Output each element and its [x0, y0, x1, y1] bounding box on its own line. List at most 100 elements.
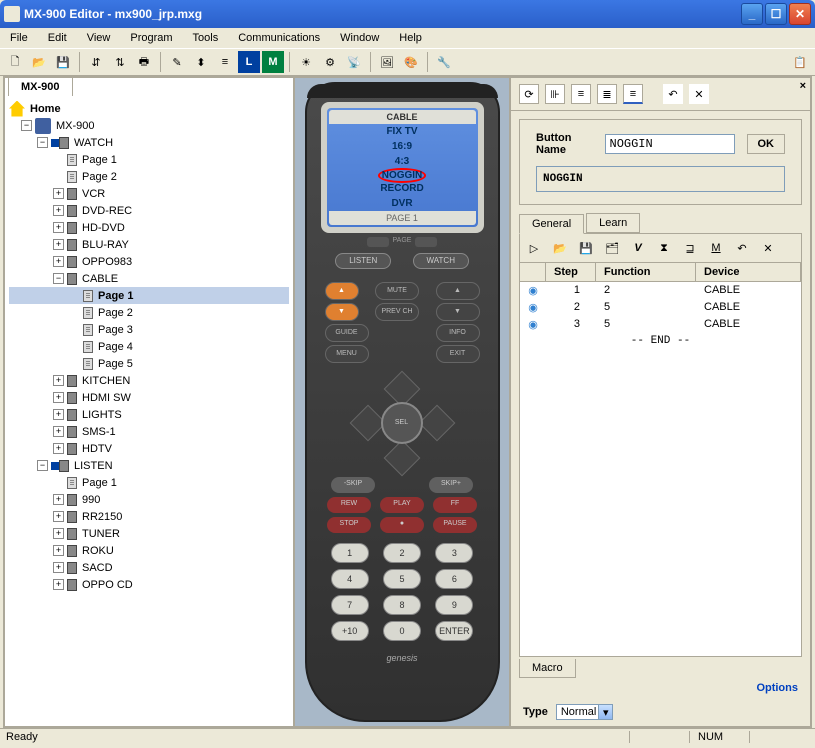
screen-row[interactable]: 16:9: [329, 139, 476, 154]
ch-down-button[interactable]: ▼: [436, 303, 480, 321]
num-plus10[interactable]: +10: [331, 621, 369, 641]
button-name-input[interactable]: [605, 134, 735, 154]
expand-icon[interactable]: +: [53, 256, 64, 267]
antenna-icon[interactable]: 📡: [343, 51, 365, 73]
ff-button[interactable]: FF: [433, 497, 477, 513]
expand-icon[interactable]: +: [53, 545, 64, 556]
db-icon[interactable]: 🗂: [602, 238, 622, 258]
timer-icon[interactable]: ⧗: [654, 238, 674, 258]
tree-dev[interactable]: +HDTV: [9, 440, 289, 457]
screen-row[interactable]: RECORD: [329, 181, 476, 196]
col-device[interactable]: Device: [696, 263, 801, 281]
num-1[interactable]: 1: [331, 543, 369, 563]
info-button[interactable]: INFO: [436, 324, 480, 342]
v-icon[interactable]: V: [628, 238, 648, 258]
num-4[interactable]: 4: [331, 569, 369, 589]
open-icon[interactable]: 📂: [28, 51, 50, 73]
col-step[interactable]: Step: [546, 263, 596, 281]
tab-general[interactable]: General: [519, 214, 584, 234]
ok-button[interactable]: OK: [747, 134, 786, 154]
expand-icon[interactable]: +: [53, 205, 64, 216]
collapse-icon[interactable]: −: [37, 460, 48, 471]
maximize-button[interactable]: ☐: [765, 3, 787, 25]
expand-icon[interactable]: +: [53, 409, 64, 420]
signal-icon[interactable]: ⟳: [519, 84, 539, 104]
skip-back-button[interactable]: -SKIP: [331, 477, 375, 493]
between-icon[interactable]: ⊪: [545, 84, 565, 104]
tree-page[interactable]: Page 1: [9, 151, 289, 168]
new-icon[interactable]: 🗋: [4, 51, 26, 73]
expand-icon[interactable]: +: [53, 222, 64, 233]
tree-dev[interactable]: +DVD-REC: [9, 202, 289, 219]
print-icon[interactable]: 🖶: [133, 51, 155, 73]
menu-view[interactable]: View: [81, 30, 117, 46]
guide-button[interactable]: GUIDE: [325, 324, 369, 342]
tree-page[interactable]: Page 2: [9, 304, 289, 321]
tree-dev[interactable]: +BLU-RAY: [9, 236, 289, 253]
num-3[interactable]: 3: [435, 543, 473, 563]
undo-icon[interactable]: ↶: [663, 84, 683, 104]
l-icon[interactable]: L: [238, 51, 260, 73]
tree-page[interactable]: Page 3: [9, 321, 289, 338]
save-icon[interactable]: 💾: [52, 51, 74, 73]
tree-dev[interactable]: +SACD: [9, 559, 289, 576]
screen-row[interactable]: DVR: [329, 196, 476, 211]
save-macro-icon[interactable]: 💾: [576, 238, 596, 258]
menu-button[interactable]: MENU: [325, 345, 369, 363]
expand-icon[interactable]: +: [53, 494, 64, 505]
watch-button[interactable]: WATCH: [413, 253, 469, 269]
tree-page[interactable]: Page 5: [9, 355, 289, 372]
macro-icon[interactable]: ≡: [214, 51, 236, 73]
image1-icon[interactable]: 🖼: [376, 51, 398, 73]
page-prev-button[interactable]: [367, 237, 389, 247]
close-button[interactable]: ✕: [789, 3, 811, 25]
tree-watch[interactable]: −WATCH: [9, 134, 289, 151]
num-9[interactable]: 9: [435, 595, 473, 615]
macro-step-row[interactable]: ◉35CABLE: [520, 316, 801, 333]
enter-button[interactable]: ENTER: [435, 621, 473, 641]
expand-icon[interactable]: +: [53, 392, 64, 403]
align-center-icon[interactable]: ≣: [597, 84, 617, 104]
listen-button[interactable]: LISTEN: [335, 253, 391, 269]
expand-icon[interactable]: +: [53, 188, 64, 199]
num-8[interactable]: 8: [383, 595, 421, 615]
tree-dev[interactable]: +OPPO983: [9, 253, 289, 270]
step-icon[interactable]: ⊒: [680, 238, 700, 258]
collapse-icon[interactable]: −: [37, 137, 48, 148]
download-icon[interactable]: ⇅: [109, 51, 131, 73]
vol-up-button[interactable]: ▲: [325, 282, 359, 300]
collapse-icon[interactable]: −: [53, 273, 64, 284]
dpad-down[interactable]: [383, 440, 420, 477]
num-5[interactable]: 5: [383, 569, 421, 589]
play-button[interactable]: PLAY: [380, 497, 424, 513]
tree-cable[interactable]: −CABLE: [9, 270, 289, 287]
menu-file[interactable]: File: [4, 30, 34, 46]
dpad-right[interactable]: [418, 405, 455, 442]
skip-fwd-button[interactable]: SKIP+: [429, 477, 473, 493]
tree-page[interactable]: Page 1: [9, 474, 289, 491]
vol-down-button[interactable]: ▼: [325, 303, 359, 321]
expand-icon[interactable]: +: [53, 239, 64, 250]
tree-dev[interactable]: +RR2150: [9, 508, 289, 525]
select-button[interactable]: SEL: [381, 402, 423, 444]
expand-icon[interactable]: +: [53, 528, 64, 539]
tree-home[interactable]: Home: [9, 100, 289, 117]
menu-program[interactable]: Program: [124, 30, 178, 46]
num-0[interactable]: 0: [383, 621, 421, 641]
stop-button[interactable]: STOP: [327, 517, 371, 533]
menu-help[interactable]: Help: [393, 30, 428, 46]
panel-close-icon[interactable]: ×: [800, 80, 806, 92]
undo2-icon[interactable]: ↶: [732, 238, 752, 258]
mute-button[interactable]: MUTE: [375, 282, 419, 300]
tree-dev[interactable]: +VCR: [9, 185, 289, 202]
pause-button[interactable]: PAUSE: [433, 517, 477, 533]
tree-dev[interactable]: +KITCHEN: [9, 372, 289, 389]
minimize-button[interactable]: _: [741, 3, 763, 25]
expand-icon[interactable]: +: [53, 375, 64, 386]
rf-icon[interactable]: ⚙: [319, 51, 341, 73]
tree-dev[interactable]: +ROKU: [9, 542, 289, 559]
tree-page-selected[interactable]: Page 1: [9, 287, 289, 304]
num-2[interactable]: 2: [383, 543, 421, 563]
menu-edit[interactable]: Edit: [42, 30, 73, 46]
macro-step-row[interactable]: ◉25CABLE: [520, 299, 801, 316]
